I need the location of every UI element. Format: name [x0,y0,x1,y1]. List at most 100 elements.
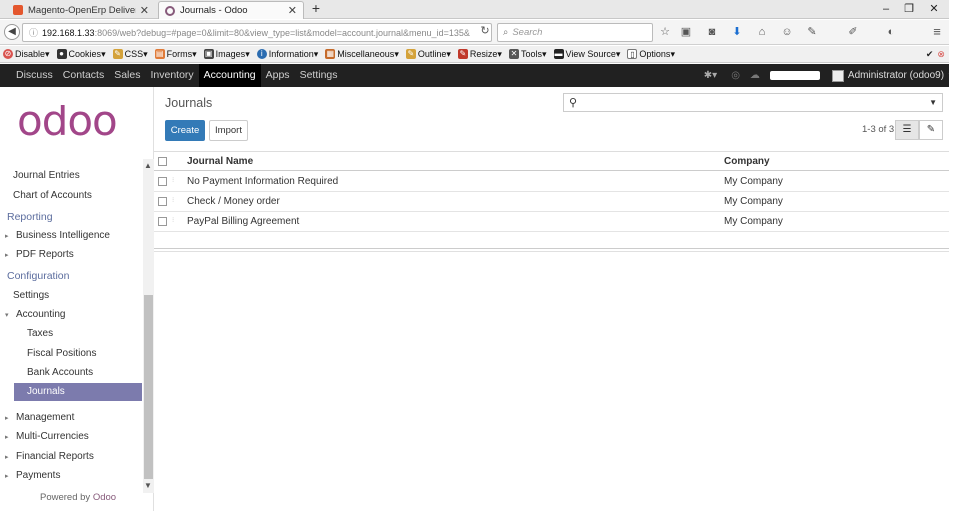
dev-resize-menu[interactable]: ✎ Resize ▾ [457,49,502,60]
debug-bug-icon[interactable]: ✱▾ [704,70,717,81]
sidebar-item-chart-of-accounts[interactable]: Chart of Accounts [13,190,92,201]
menu-contacts[interactable]: Contacts [58,64,109,87]
search-input[interactable]: ⚲ ▼ [563,93,943,112]
window-close-button[interactable]: ✕ [924,1,944,17]
dev-misc-menu[interactable]: ▦ Miscellaneous ▾ [325,49,399,60]
sidebar-item-taxes[interactable]: Taxes [27,328,53,339]
tool-icon[interactable]: ✐ [846,25,860,39]
menu-discuss[interactable]: Discuss [11,64,58,87]
hamburger-menu-icon[interactable]: ≡ [930,25,944,39]
pencil-icon: ✎ [112,49,123,59]
list-view-icon[interactable]: ☰ [895,120,919,140]
error-icon[interactable]: ⊗ [937,49,945,60]
menu-inventory[interactable]: Inventory [145,64,198,87]
dev-information-menu[interactable]: i Information ▾ [256,49,318,60]
caret-right-icon: ▸ [5,473,9,480]
dev-label: CSS [124,49,144,59]
drag-handle-icon[interactable]: ⁝ [172,196,174,204]
sidebar-item-bank-accounts[interactable]: Bank Accounts [27,367,93,378]
row-checkbox[interactable] [158,177,167,186]
dev-images-menu[interactable]: ▣ Images ▾ [203,49,250,60]
reload-icon[interactable]: ↻ [478,24,492,40]
table-row[interactable]: ⁝ Check / Money order My Company [154,192,950,212]
chat-bubbles-icon[interactable]: ☁ [750,70,760,81]
table-row[interactable]: ⁝ No Payment Information Required My Com… [154,172,950,192]
addon-icon[interactable]: ◐ [884,25,898,39]
select-all-checkbox[interactable] [158,157,167,166]
dev-disable-menu[interactable]: ⊘ Disable ▾ [3,49,50,60]
import-button[interactable]: Import [209,120,248,141]
browser-nav-bar: ◀ ⓘ 192.168.1.33:8069/web?debug=#page=0&… [0,20,961,45]
scroll-up-icon[interactable]: ▲ [144,161,152,170]
dev-css-menu[interactable]: ✎ CSS ▾ [112,49,148,60]
column-header-journal-name[interactable]: Journal Name [187,156,253,167]
browser-tab-magento[interactable]: Magento-OpenErp Deliver... ✕ [6,1,156,19]
pocket-icon[interactable]: ◙ [705,25,719,39]
browser-tab-journals[interactable]: Journals - Odoo ✕ [158,1,304,19]
table-row[interactable]: ⁝ PayPal Billing Agreement My Company [154,212,950,232]
user-menu[interactable]: Administrator (odoo9) [848,70,944,81]
sidebar-item-management[interactable]: ▸ Management [5,412,74,423]
back-arrow-icon[interactable]: ◀ [4,24,20,40]
sidebar-item-fiscal-positions[interactable]: Fiscal Positions [27,348,96,359]
scroll-down-icon[interactable]: ▼ [144,481,152,490]
sidebar-item-journals[interactable]: Journals [14,383,142,401]
sidebar-item-business-intelligence[interactable]: ▸ Business Intelligence [5,230,110,241]
dev-tools-menu[interactable]: ✕ Tools ▾ [508,49,547,60]
sidebar-item-settings[interactable]: Settings [13,290,49,301]
sidebar-item-financial-reports[interactable]: ▸ Financial Reports [5,451,94,462]
browser-search-input[interactable]: ⌕ Search [497,23,653,42]
source-icon: ▬ [553,49,564,59]
sidebar-item-multi-currencies[interactable]: ▸ Multi-Currencies [5,431,89,442]
form-view-icon[interactable]: ✎ [919,120,943,140]
globe-icon[interactable]: ◎ [731,70,740,81]
column-header-company[interactable]: Company [724,156,770,167]
extension-icon[interactable]: ✎ [805,25,819,39]
sidebar-heading-configuration: Configuration [7,270,70,282]
url-bar[interactable]: ⓘ 192.168.1.33:8069/web?debug=#page=0&li… [22,23,492,42]
caret-right-icon: ▸ [5,415,9,422]
create-button[interactable]: Create [165,120,205,141]
menu-accounting[interactable]: Accounting [198,64,261,87]
new-tab-button[interactable]: + [308,1,324,17]
pager-value[interactable]: 1-3 of 3 [862,124,894,135]
caret-right-icon: ▸ [5,233,9,240]
menu-settings[interactable]: Settings [295,64,343,87]
drag-handle-icon[interactable]: ⁝ [172,176,174,184]
reading-list-icon[interactable]: ▣ [679,25,693,39]
menu-apps[interactable]: Apps [261,64,295,87]
menu-sales[interactable]: Sales [109,64,145,87]
search-options-caret-icon[interactable]: ▼ [929,98,937,107]
sidebar-item-payments[interactable]: ▸ Payments [5,470,60,481]
user-avatar [831,69,844,82]
maximize-button[interactable]: ❐ [899,1,919,17]
download-icon[interactable]: ⬇ [730,25,744,39]
odoo-logo: odoo [17,105,118,145]
sidebar-group-accounting[interactable]: ▾ Accounting [5,309,65,320]
row-checkbox[interactable] [158,217,167,226]
bookmark-star-icon[interactable]: ☆ [658,25,672,39]
dev-view-source-menu[interactable]: ▬ View Source ▾ [553,49,620,60]
close-icon[interactable]: ✕ [288,4,297,17]
logo-text: odoo [17,105,117,145]
dev-options-menu[interactable]: ▯ Options ▾ [627,49,675,60]
chat-icon[interactable]: ☺ [780,25,794,39]
row-checkbox[interactable] [158,197,167,206]
checkmark-icon[interactable]: ✔ [926,49,934,60]
cookie-icon: ● [56,49,67,59]
dev-cookies-menu[interactable]: ● Cookies ▾ [56,49,106,60]
sidebar-scrollbar-thumb[interactable] [144,295,153,479]
dev-outline-menu[interactable]: ✎ Outline ▾ [405,49,451,60]
sidebar-label: Management [16,412,75,423]
caret-right-icon: ▸ [5,454,9,461]
powered-by-brand[interactable]: Odoo [93,492,116,503]
home-icon[interactable]: ⌂ [755,25,769,39]
tools-icon: ✕ [508,49,519,59]
sidebar-item-journal-entries[interactable]: Journal Entries [13,170,80,181]
drag-handle-icon[interactable]: ⁝ [172,216,174,224]
browser-tab-strip: Magento-OpenErp Deliver... ✕ Journals - … [0,0,961,19]
sidebar-item-pdf-reports[interactable]: ▸ PDF Reports [5,249,74,260]
minimize-button[interactable]: – [876,1,896,17]
dev-forms-menu[interactable]: ▤ Forms ▾ [154,49,197,60]
close-icon[interactable]: ✕ [140,4,149,17]
